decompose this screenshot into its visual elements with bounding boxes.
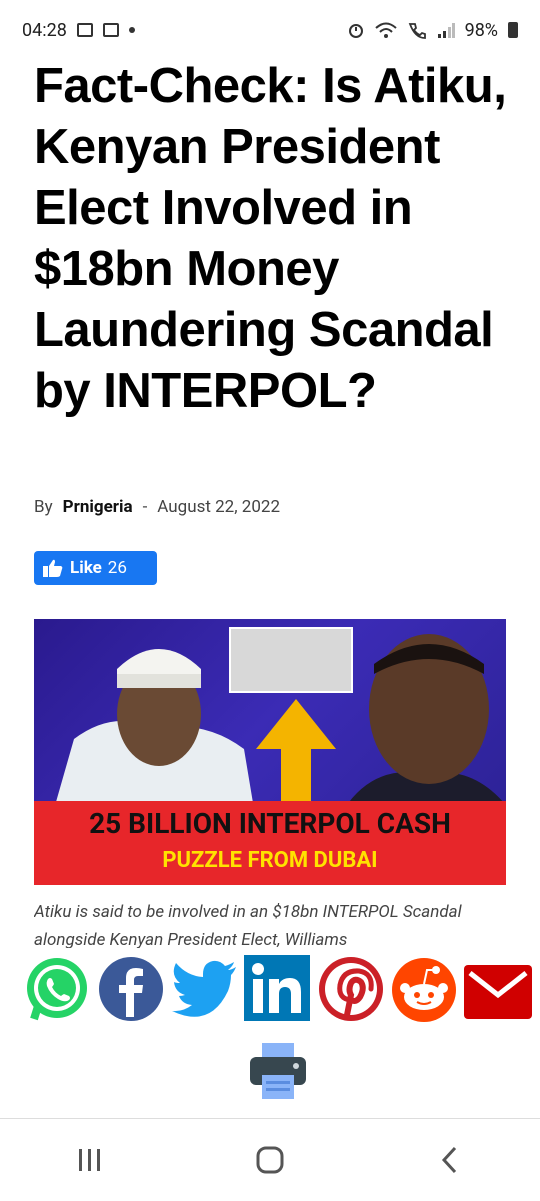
author-link[interactable]: Prnigeria	[63, 497, 133, 517]
printer-icon[interactable]	[248, 1043, 308, 1099]
facebook-like-button[interactable]: Like 26	[34, 551, 157, 585]
image-text-line1: 25 BILLION INTERPOL CASH	[89, 807, 451, 840]
article-date: August 22, 2022	[157, 497, 281, 517]
linkedin-icon[interactable]	[244, 955, 310, 1021]
status-left: 04:28	[22, 20, 135, 41]
reddit-icon[interactable]	[390, 955, 458, 1023]
arrow-up-graphic	[256, 699, 336, 809]
battery-level: 98%	[464, 19, 498, 41]
byline-separator: -	[142, 497, 148, 517]
notification-icon	[102, 23, 119, 37]
status-right: 98%	[347, 20, 518, 41]
signal-icon	[437, 23, 455, 38]
like-count: 26	[107, 558, 127, 578]
image-caption: Atiku is said to be involved in an $18bn…	[34, 902, 462, 948]
system-nav-bar	[0, 1118, 540, 1201]
man-smiling-figure	[344, 634, 506, 809]
back-button[interactable]	[435, 1145, 465, 1175]
wifi-icon	[374, 22, 397, 38]
twitter-icon[interactable]	[170, 955, 238, 1021]
pinterest-icon[interactable]	[318, 955, 384, 1021]
image-text-line2: PUZZLE FROM DUBAI	[162, 848, 378, 873]
like-label: Like	[70, 558, 102, 578]
byline: By Prnigeria - August 22, 2022	[34, 497, 280, 517]
status-bar: 04:28 98%	[0, 0, 540, 60]
more-notifications-icon	[128, 27, 135, 33]
battery-icon	[508, 22, 518, 38]
alarm-icon	[348, 24, 363, 38]
man-in-cap-figure	[54, 649, 254, 809]
article-title: Fact-Check: Is Atiku, Kenyan President E…	[34, 59, 507, 418]
email-icon[interactable]	[464, 955, 532, 1021]
article-image: 25 BILLION INTERPOL CASH PUZZLE FROM DUB…	[34, 619, 506, 885]
facebook-icon[interactable]	[98, 955, 164, 1021]
thumbs-up-icon	[43, 559, 63, 577]
recent-apps-button[interactable]	[75, 1146, 105, 1174]
call-icon	[408, 23, 426, 39]
whatsapp-icon[interactable]	[22, 955, 92, 1025]
share-bar	[22, 955, 532, 1027]
status-time: 04:28	[22, 19, 67, 41]
gallery-icon	[76, 23, 93, 37]
home-button[interactable]	[255, 1145, 285, 1175]
byline-prefix: By	[34, 497, 53, 517]
